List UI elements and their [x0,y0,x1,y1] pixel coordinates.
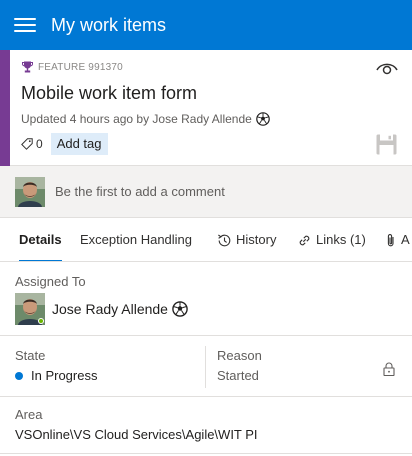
link-icon [299,235,310,245]
tab-links[interactable]: Links (1) [297,218,366,261]
tab-exception-handling[interactable]: Exception Handling [80,218,193,261]
work-item-title[interactable]: Mobile work item form [21,82,197,104]
updated-text: Updated 4 hours ago by Jose Rady Allende [21,112,252,126]
assigned-to-label: Assigned To [15,274,86,289]
reason-label: Reason [217,348,262,363]
tab-attachments-label: A [401,232,410,247]
reason-value: Started [217,368,259,383]
active-tab-indicator [19,260,62,261]
work-item-type: FEATURE 991370 [22,60,123,74]
avatar [15,293,45,325]
feature-type-stripe [0,50,10,166]
tab-details[interactable]: Details [19,218,62,261]
assigned-to-field[interactable]: Jose Rady Allende [15,293,188,325]
tab-bar: Details Exception Handling History Links… [0,218,412,262]
tab-attachments[interactable]: A [385,218,410,261]
comment-bar[interactable]: Be the first to add a comment [0,166,412,218]
tab-history[interactable]: History [217,218,277,261]
tab-exception-handling-label: Exception Handling [80,232,193,247]
divider [0,335,412,336]
tag-icon [21,138,33,150]
tab-details-label: Details [19,232,62,247]
divider [0,453,412,454]
attachment-icon [387,233,394,246]
app-bar: My work items [0,0,412,50]
save-icon[interactable] [376,134,397,155]
soccer-ball-icon [256,112,270,126]
menu-icon[interactable] [14,15,36,35]
state-indicator-dot [15,372,23,380]
lock-icon [383,362,395,376]
divider [0,396,412,397]
tab-links-label: Links (1) [316,232,366,247]
history-icon [218,234,231,246]
tag-count: 0 [36,137,43,151]
eye-icon[interactable] [376,61,398,75]
comment-input[interactable]: Be the first to add a comment [55,184,225,199]
trophy-icon [22,61,33,73]
tag-row: 0 Add tag [21,133,108,155]
area-value[interactable]: VSOnline\VS Cloud Services\Agile\WIT PI [15,427,258,442]
state-value[interactable]: In Progress [31,368,97,383]
add-tag-button[interactable]: Add tag [50,133,108,155]
updated-info: Updated 4 hours ago by Jose Rady Allende [21,111,270,127]
soccer-ball-icon [172,301,188,317]
field-divider [205,346,206,388]
area-label: Area [15,407,43,422]
state-label: State [15,348,46,363]
tab-history-label: History [236,232,277,247]
assigned-to-value: Jose Rady Allende [52,301,168,317]
work-item-header: FEATURE 991370 Mobile work item form Upd… [0,50,412,166]
avatar [15,177,45,207]
app-title: My work items [51,15,167,35]
work-item-type-label: FEATURE 991370 [38,61,123,73]
